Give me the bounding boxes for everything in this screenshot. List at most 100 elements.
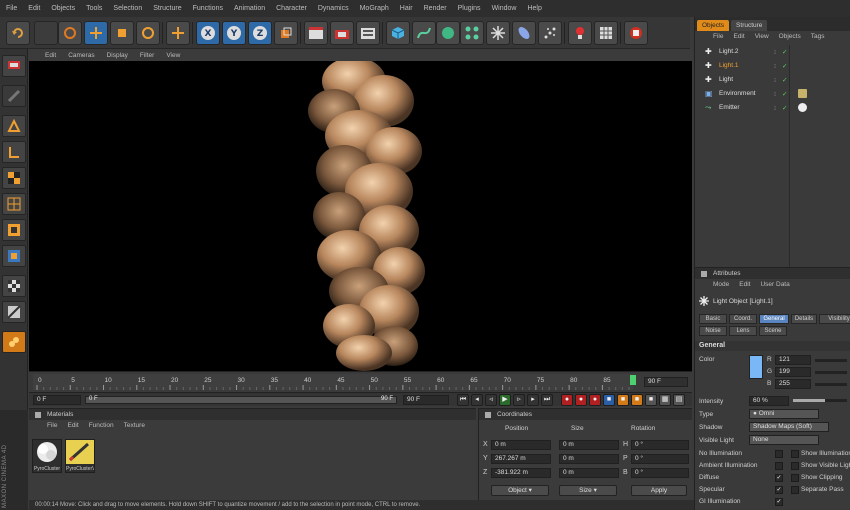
- render-picture-viewer-button[interactable]: [330, 21, 354, 45]
- coordinate-system-button[interactable]: [274, 21, 298, 45]
- attributes-menu-mode[interactable]: Mode: [713, 281, 729, 288]
- prev-key-button[interactable]: ◂: [471, 394, 483, 406]
- record-button[interactable]: ●: [561, 394, 573, 406]
- object-menu-objects[interactable]: Objects: [779, 33, 801, 40]
- checkbox-specular[interactable]: ✓: [775, 486, 783, 494]
- viewport-menu-view[interactable]: View: [166, 52, 180, 59]
- menu-selection[interactable]: Selection: [113, 5, 142, 12]
- timeline[interactable]: 0 5 10 15 20 25 30 35 40 45 50 55 60 65 70 75 80 85 90 F: [29, 371, 692, 392]
- checkbox-separate-pass[interactable]: [791, 486, 799, 494]
- size-x-field[interactable]: 0 m: [559, 440, 619, 450]
- scale-tool-button[interactable]: [110, 21, 134, 45]
- coordinate-mode-select[interactable]: Object ▾: [491, 485, 549, 496]
- uv-polygons-button[interactable]: [2, 219, 26, 241]
- menu-animation[interactable]: Animation: [234, 5, 265, 12]
- object-row-light-1[interactable]: ✚ Light.1 ⁝ ✓: [695, 59, 850, 72]
- tab-structure[interactable]: Structure: [731, 20, 768, 31]
- menu-render[interactable]: Render: [424, 5, 447, 12]
- object-row-environment[interactable]: ▣ Environment ⁝ ✓: [695, 87, 850, 100]
- material-menu-texture[interactable]: Texture: [124, 422, 145, 429]
- channel-field-r[interactable]: 121: [775, 355, 811, 365]
- redo-button[interactable]: [34, 21, 58, 45]
- rotate-tool-button[interactable]: [136, 21, 160, 45]
- position-y-field[interactable]: 267.267 m: [491, 454, 551, 464]
- polygons-mode-button[interactable]: [2, 167, 26, 189]
- size-mode-select[interactable]: Size ▾: [559, 485, 617, 496]
- channel-slider-b[interactable]: [815, 383, 847, 386]
- shadow-select[interactable]: Shadow Maps (Soft): [749, 422, 829, 432]
- enabled-check-icon[interactable]: ✓: [782, 90, 792, 98]
- uv-points-button[interactable]: [2, 193, 26, 215]
- object-menu-view[interactable]: View: [755, 33, 769, 40]
- add-array-button[interactable]: [460, 21, 484, 45]
- timeline-end-marker[interactable]: [630, 375, 636, 385]
- channel-slider-r[interactable]: [815, 359, 847, 362]
- key-rot-button[interactable]: ■: [631, 394, 643, 406]
- go-to-end-button[interactable]: ⏭: [541, 394, 553, 406]
- key-scale-button[interactable]: ■: [617, 394, 629, 406]
- apply-button[interactable]: Apply: [631, 485, 687, 496]
- frame-range-slider[interactable]: 0 F 90 F: [85, 396, 397, 404]
- timeline-settings-button[interactable]: ▤: [673, 394, 685, 406]
- y-axis-lock-button[interactable]: Y: [222, 21, 246, 45]
- visibility-dots-icon[interactable]: ⁝: [774, 104, 782, 112]
- prev-frame-button[interactable]: ◃: [485, 394, 497, 406]
- menu-mograph[interactable]: MoGraph: [360, 5, 389, 12]
- x-axis-lock-button[interactable]: X: [196, 21, 220, 45]
- add-deformer-button[interactable]: [486, 21, 510, 45]
- attr-tab-visibility[interactable]: Visibility: [819, 314, 850, 324]
- viewport-menu-edit[interactable]: Edit: [45, 52, 56, 59]
- menu-tools[interactable]: Tools: [86, 5, 102, 12]
- live-selection-button[interactable]: [58, 21, 82, 45]
- recent-tool-button[interactable]: [166, 21, 190, 45]
- color-swatch[interactable]: [749, 355, 763, 379]
- menu-dynamics[interactable]: Dynamics: [318, 5, 349, 12]
- menu-edit[interactable]: Edit: [28, 5, 40, 12]
- intensity-field[interactable]: 60 %: [749, 396, 789, 406]
- auto-key-button[interactable]: ●: [575, 394, 587, 406]
- checkbox-gi-illumination[interactable]: ✓: [775, 498, 783, 506]
- menu-plugins[interactable]: Plugins: [458, 5, 481, 12]
- viewport-menu-cameras[interactable]: Cameras: [68, 52, 94, 59]
- attr-tab-scene[interactable]: Scene: [759, 326, 787, 336]
- add-cube-button[interactable]: [386, 21, 410, 45]
- attr-tab-noise[interactable]: Noise: [699, 326, 727, 336]
- viewport-menu-display[interactable]: Display: [107, 52, 128, 59]
- menu-help[interactable]: Help: [527, 5, 541, 12]
- stop-button[interactable]: [624, 21, 648, 45]
- attr-tab-details[interactable]: Details: [791, 314, 817, 324]
- object-menu-file[interactable]: File: [713, 33, 723, 40]
- snap-button[interactable]: [2, 331, 26, 353]
- material-item-volume-tracer[interactable]: PyroClusterVolumeTracer: [65, 439, 95, 473]
- current-frame-field[interactable]: 0 F: [33, 395, 81, 405]
- attr-tab-coord[interactable]: Coord.: [729, 314, 757, 324]
- add-spline-button[interactable]: [412, 21, 436, 45]
- attributes-menu-edit[interactable]: Edit: [739, 281, 750, 288]
- rotation-h-field[interactable]: 0 °: [631, 440, 689, 450]
- material-menu-file[interactable]: File: [47, 422, 57, 429]
- attributes-menu-user-data[interactable]: User Data: [760, 281, 789, 288]
- menu-file[interactable]: File: [6, 5, 17, 12]
- points-mode-button[interactable]: [2, 115, 26, 137]
- material-item-pyrocluster[interactable]: PyroCluster: [32, 439, 62, 473]
- object-menu-tags[interactable]: Tags: [811, 33, 825, 40]
- channel-field-b[interactable]: 255: [775, 379, 811, 389]
- type-select[interactable]: ● Omni: [749, 409, 819, 419]
- intensity-slider[interactable]: [793, 399, 847, 402]
- object-row-emitter[interactable]: ⤳ Emitter ⁝ ✓: [695, 101, 850, 114]
- key-param-button[interactable]: ■: [645, 394, 657, 406]
- tab-objects[interactable]: Objects: [697, 20, 730, 31]
- menu-structure[interactable]: Structure: [153, 5, 181, 12]
- key-pos-button[interactable]: ■: [603, 394, 615, 406]
- channel-field-g[interactable]: 199: [775, 367, 811, 377]
- viewport-menu-filter[interactable]: Filter: [140, 52, 154, 59]
- checkbox-ambient-illumination[interactable]: [775, 462, 783, 470]
- undo-button[interactable]: [6, 21, 30, 45]
- object-row-light[interactable]: ✚ Light ⁝ ✓: [695, 73, 850, 86]
- range-end-field[interactable]: 90 F: [403, 395, 449, 405]
- rotation-p-field[interactable]: 0 °: [631, 454, 689, 464]
- material-menu-function[interactable]: Function: [89, 422, 114, 429]
- enabled-check-icon[interactable]: ✓: [782, 76, 792, 84]
- checkbox-show-visible-light[interactable]: [791, 462, 799, 470]
- key-pla-button[interactable]: ▦: [659, 394, 671, 406]
